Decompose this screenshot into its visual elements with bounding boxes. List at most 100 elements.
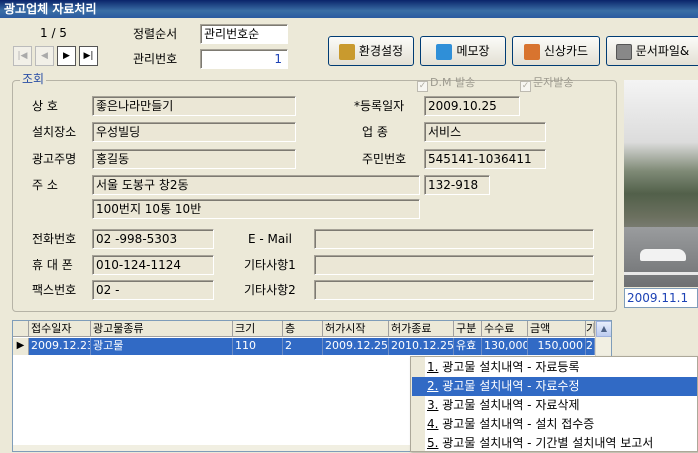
regdate-field[interactable]: 2009.10.25 — [424, 96, 520, 116]
menu-item-register[interactable]: 1. 광고물 설치내역 - 자료등록 — [412, 358, 697, 377]
menu-item-number: 5. — [427, 436, 439, 450]
col-header-amount[interactable]: 금액 — [528, 321, 586, 337]
table-cell: 2010.12.25 — [389, 338, 454, 355]
biztype-field[interactable]: 서비스 — [424, 122, 546, 142]
col-header-extra[interactable]: 기 — [586, 321, 595, 337]
col-header-permit-end[interactable]: 허가종료 — [389, 321, 454, 337]
sms-send-label: 문자발송 — [533, 76, 574, 89]
fax-field[interactable]: 02 - — [92, 280, 214, 300]
col-header-status[interactable]: 구분 — [454, 321, 482, 337]
photo-date: 2009.11.1 — [624, 288, 698, 308]
dm-send-label: D.M 발송 — [430, 76, 476, 89]
col-header-type[interactable]: 광고물종류 — [91, 321, 233, 337]
scroll-up-icon[interactable]: ▲ — [596, 321, 611, 337]
sort-order-select[interactable]: 관리번호순 — [200, 24, 288, 44]
zipcode-field[interactable]: 132-918 — [424, 175, 490, 195]
tools-icon — [338, 43, 355, 60]
address-line2-field[interactable]: 100번지 10통 10반 — [92, 199, 420, 219]
dm-send-checkbox[interactable]: ✓ D.M 발송 — [417, 76, 475, 92]
table-cell: 130,000 — [482, 338, 528, 355]
group-title: 조회 — [20, 72, 47, 86]
settings-button-label: 환경설정 — [358, 44, 404, 58]
table-cell: 110 — [233, 338, 283, 355]
owner-field[interactable]: 홍길동 — [92, 149, 296, 169]
menu-item-label: 광고물 설치내역 - 자료등록 — [438, 360, 580, 374]
menu-item-label: 광고물 설치내역 - 설치 접수증 — [438, 417, 595, 431]
rrn-field[interactable]: 545141-1036411 — [424, 149, 546, 169]
table-cell: 2009.12.25 — [323, 338, 389, 355]
last-record-button[interactable]: ▶| — [79, 46, 98, 66]
menu-item-label: 광고물 설치내역 - 기간별 설치내역 보고서 — [438, 436, 654, 450]
first-record-button[interactable]: |◀ — [13, 46, 32, 66]
etc1-label: 기타사항1 — [244, 258, 296, 272]
menu-item-number: 2. — [427, 379, 439, 393]
mobile-field[interactable]: 010-124-1124 — [92, 255, 214, 275]
credit-card-button-label: 신상카드 — [543, 44, 589, 58]
menu-item-label: 광고물 설치내역 - 자료수정 — [438, 379, 580, 393]
etc2-label: 기타사항2 — [244, 283, 296, 297]
phone-label: 전화번호 — [32, 232, 77, 246]
grid-corner — [13, 321, 29, 337]
context-menu: 1. 광고물 설치내역 - 자료등록 2. 광고물 설치내역 - 자료수정 3.… — [410, 356, 698, 452]
row-selector-arrow[interactable]: ▶ — [13, 338, 29, 355]
table-cell: 유효 — [454, 338, 482, 355]
company-field[interactable]: 좋은나라만들기 — [92, 96, 296, 116]
col-header-permit-start[interactable]: 허가시작 — [323, 321, 389, 337]
col-header-size[interactable]: 크기 — [233, 321, 283, 337]
col-header-date[interactable]: 접수일자 — [29, 321, 91, 337]
prev-record-button[interactable]: ◀ — [35, 46, 54, 66]
document-file-button-label: 문서파일& — [635, 44, 690, 58]
photo-car — [640, 249, 686, 261]
menu-item-label: 광고물 설치내역 - 자료삭제 — [438, 398, 580, 412]
menu-item-number: 1. — [427, 360, 439, 374]
id-field[interactable]: 1 — [200, 49, 288, 69]
table-cell: 150,000 — [528, 338, 586, 355]
company-label: 상 호 — [32, 99, 58, 113]
rrn-label: 주민번호 — [362, 152, 407, 166]
table-cell: 광고물 — [91, 338, 233, 355]
document-icon — [615, 43, 632, 60]
regdate-label: *등록일자 — [354, 99, 405, 113]
id-label: 관리번호 — [133, 52, 178, 66]
notepad-icon — [436, 43, 453, 60]
address-line1-field[interactable]: 서울 도봉구 창2동 — [92, 175, 420, 195]
email-label: E - Mail — [248, 232, 292, 246]
memo-button-label: 메모장 — [456, 44, 490, 58]
document-file-button[interactable]: 문서파일& — [606, 36, 698, 66]
credit-card-button[interactable]: 신상카드 — [512, 36, 600, 66]
installation-photo[interactable] — [624, 80, 698, 287]
menu-item-edit[interactable]: 2. 광고물 설치내역 - 자료수정 — [412, 377, 697, 396]
menu-item-period-report[interactable]: 5. 광고물 설치내역 - 기간별 설치내역 보고서 — [412, 434, 697, 453]
etc2-field[interactable] — [314, 280, 594, 300]
etc1-field[interactable] — [314, 255, 594, 275]
location-field[interactable]: 우성빌딩 — [92, 122, 296, 142]
menu-item-number: 3. — [427, 398, 439, 412]
sms-checkbox-box: ✓ — [520, 81, 531, 92]
table-cell: 2 — [283, 338, 323, 355]
mobile-label: 휴 대 폰 — [32, 258, 73, 272]
window-title: 광고업체 자료처리 — [0, 0, 698, 18]
fax-label: 팩스번호 — [32, 283, 77, 297]
memo-button[interactable]: 메모장 — [420, 36, 506, 66]
biztype-label: 업 종 — [362, 125, 388, 139]
dm-checkbox-box: ✓ — [417, 81, 428, 92]
photo-crosswalk — [624, 272, 698, 275]
next-record-button[interactable]: ▶ — [57, 46, 76, 66]
location-label: 설치장소 — [32, 125, 77, 139]
record-position: 1 / 5 — [40, 26, 67, 40]
menu-item-delete[interactable]: 3. 광고물 설치내역 - 자료삭제 — [412, 396, 697, 415]
menu-item-receipt[interactable]: 4. 광고물 설치내역 - 설치 접수증 — [412, 415, 697, 434]
sort-order-label: 정렬순서 — [133, 27, 178, 41]
phone-field[interactable]: 02 -998-5303 — [92, 229, 214, 249]
address-label: 주 소 — [32, 178, 58, 192]
sms-send-checkbox[interactable]: ✓ 문자발송 — [520, 76, 573, 92]
col-header-fee[interactable]: 수수료 — [482, 321, 528, 337]
table-cell: 2009.12.23 — [29, 338, 91, 355]
settings-button[interactable]: 환경설정 — [328, 36, 414, 66]
owner-label: 광고주명 — [32, 152, 77, 166]
menu-item-number: 4. — [427, 417, 439, 431]
email-field[interactable] — [314, 229, 594, 249]
printer-icon — [523, 43, 540, 60]
col-header-floor[interactable]: 층 — [283, 321, 323, 337]
table-cell: 2 — [586, 338, 595, 355]
